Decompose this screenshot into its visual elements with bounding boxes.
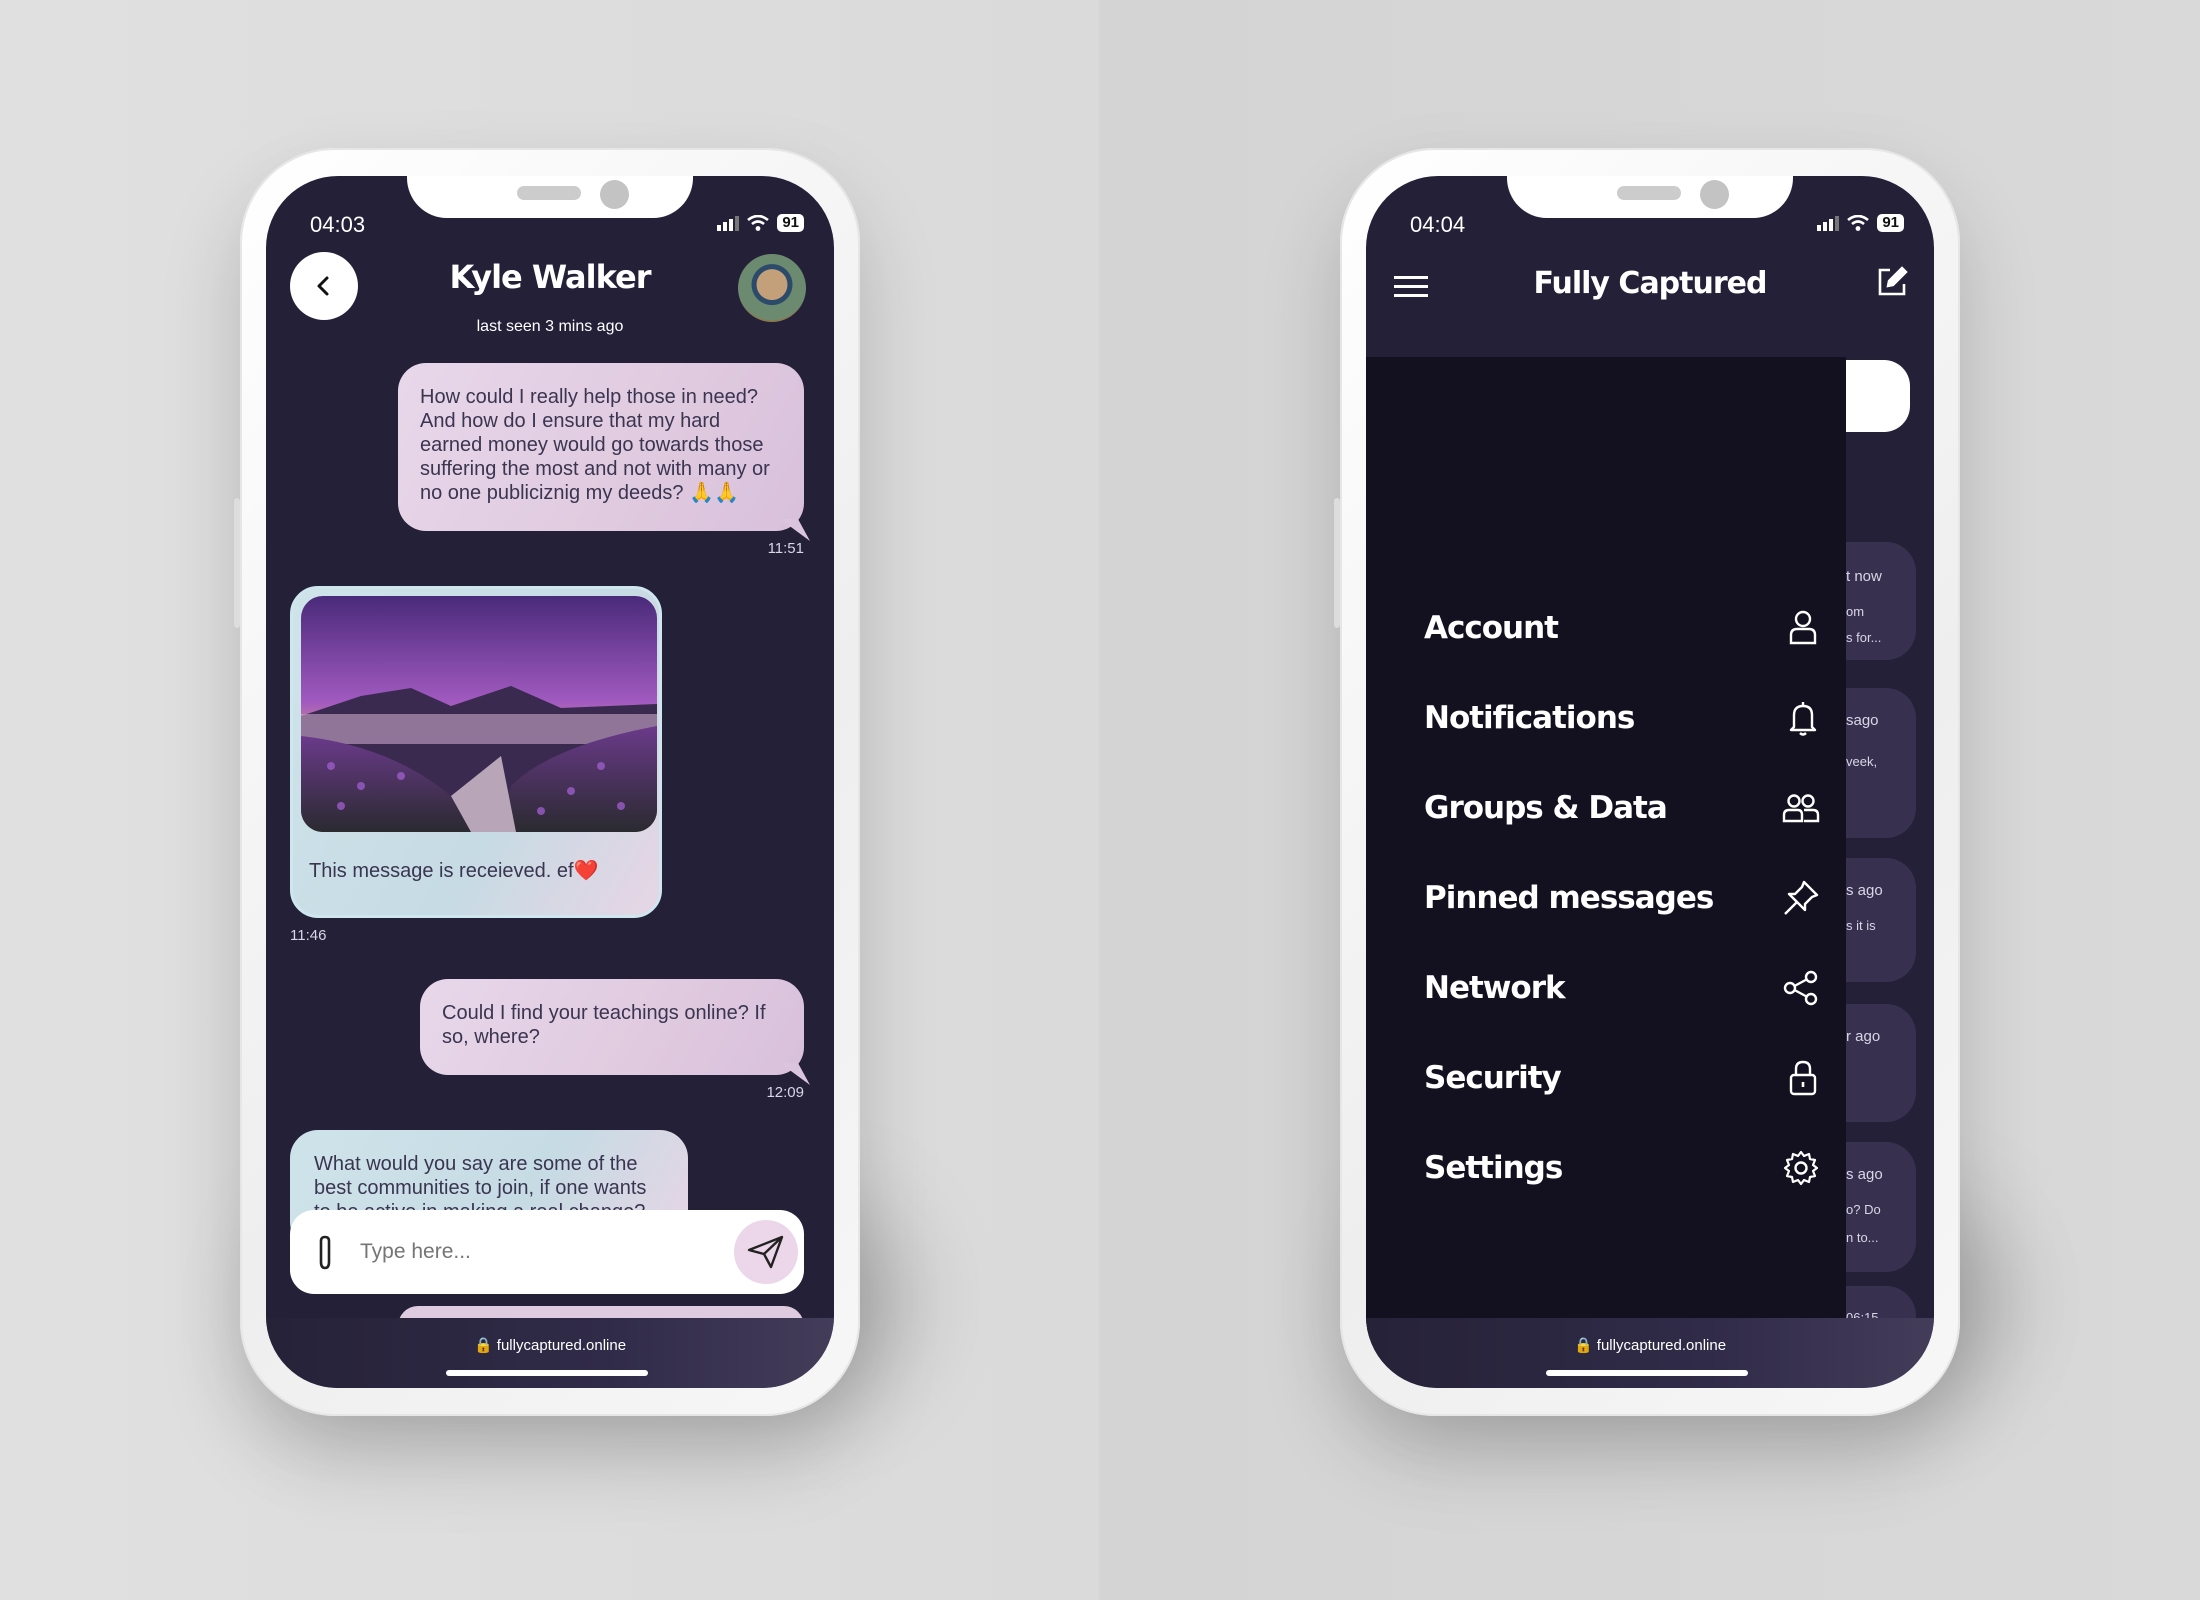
- status-time: 04:04: [1410, 212, 1466, 237]
- url-text: fullycaptured.online: [1596, 1337, 1727, 1354]
- pin-icon: [1784, 880, 1819, 915]
- message-time: 12:09: [766, 1084, 804, 1101]
- chat-snippet: om: [1846, 604, 1865, 619]
- browser-bar: 🔒 fullycaptured.online: [266, 1318, 834, 1388]
- wifi-icon: [1847, 215, 1870, 231]
- menu-item-label: Pinned messages: [1424, 880, 1714, 916]
- url-bar[interactable]: 🔒 fullycaptured.online: [1366, 1336, 1934, 1354]
- bell-icon: [1789, 702, 1817, 736]
- chat-snippet: s it is: [1846, 918, 1876, 933]
- side-button: [234, 498, 240, 628]
- menu-item-label: Settings: [1424, 1150, 1563, 1186]
- menu-screen: 04:04 91 Fully Captured t now om s for..…: [1366, 176, 1934, 1388]
- phone-chat: 04:03 91 Kyle Walker last seen 3 mins ag…: [234, 148, 860, 1416]
- signal-icon: [1817, 216, 1840, 231]
- message-text: This message is receieved. ef❤️: [309, 860, 599, 882]
- camera: [600, 180, 629, 209]
- message-time: 11:46: [290, 927, 327, 944]
- lock-icon: 🔒: [1573, 1337, 1593, 1354]
- status-icons: 91: [1817, 214, 1904, 232]
- home-indicator[interactable]: [1546, 1370, 1748, 1376]
- signal-icon: [717, 216, 740, 231]
- camera: [1700, 180, 1729, 209]
- lock-icon: 🔒: [473, 1337, 493, 1354]
- message-composer: [290, 1210, 804, 1294]
- chat-snippet: t now: [1846, 568, 1882, 585]
- notch: [407, 176, 693, 218]
- lock-icon: [1789, 1060, 1817, 1096]
- message-bubble-outgoing[interactable]: Could I find your teachings online? If s…: [420, 979, 804, 1075]
- group-icon: [1782, 794, 1820, 823]
- status-icons: 91: [717, 214, 804, 232]
- send-button[interactable]: [734, 1220, 798, 1284]
- chat-snippet: r ago: [1846, 1028, 1881, 1045]
- message-image[interactable]: [301, 596, 657, 832]
- battery-indicator: 91: [777, 214, 804, 232]
- chat-screen: 04:03 91 Kyle Walker last seen 3 mins ag…: [266, 176, 834, 1388]
- share-icon: [1783, 970, 1818, 1006]
- chat-snippet: o? Do: [1846, 1202, 1881, 1217]
- chat-snippet: n to...: [1846, 1230, 1879, 1245]
- contact-avatar[interactable]: [738, 254, 806, 322]
- compose-icon[interactable]: [1876, 266, 1908, 298]
- home-indicator[interactable]: [446, 1370, 648, 1376]
- speaker: [517, 186, 581, 200]
- status-time: 04:03: [310, 212, 366, 237]
- message-text: How could I really help those in need? A…: [420, 386, 770, 504]
- phone-menu: 04:04 91 Fully Captured t now om s for..…: [1334, 148, 1960, 1416]
- url-bar[interactable]: 🔒 fullycaptured.online: [266, 1336, 834, 1354]
- user-icon: [1789, 610, 1817, 645]
- battery-indicator: 91: [1877, 214, 1904, 232]
- last-seen-status: last seen 3 mins ago: [476, 318, 624, 335]
- chat-snippet: s for...: [1846, 630, 1882, 645]
- message-time: 11:51: [767, 540, 804, 557]
- menu-item-security[interactable]: Security: [1424, 1048, 1820, 1108]
- menu-item-settings[interactable]: Settings: [1424, 1138, 1820, 1198]
- menu-item-account[interactable]: Account: [1424, 598, 1820, 658]
- menu-item-notifications[interactable]: Notifications: [1424, 688, 1820, 748]
- browser-bar: 🔒 fullycaptured.online: [1366, 1318, 1934, 1388]
- chat-snippet: sago: [1846, 712, 1879, 729]
- menu-item-label: Notifications: [1424, 700, 1635, 736]
- app-title: Fully Captured: [1533, 266, 1768, 301]
- notch: [1507, 176, 1793, 218]
- side-button: [1334, 498, 1340, 628]
- menu-item-label: Network: [1424, 970, 1566, 1006]
- menu-item-network[interactable]: Network: [1424, 958, 1820, 1018]
- gear-icon: [1783, 1150, 1819, 1186]
- message-bubble-outgoing[interactable]: How could I really help those in need? A…: [398, 363, 804, 531]
- message-bubble-image[interactable]: This message is receieved. ef❤️: [290, 586, 662, 918]
- url-text: fullycaptured.online: [496, 1337, 627, 1354]
- send-icon: [747, 1235, 784, 1269]
- side-drawer: Account Notifications Groups & Data Pinn…: [1366, 357, 1846, 1337]
- message-text: Could I find your teachings online? If s…: [442, 1002, 766, 1048]
- message-input[interactable]: [360, 1228, 720, 1276]
- attachment-icon[interactable]: [314, 1234, 336, 1272]
- chat-snippet: s ago: [1846, 1166, 1883, 1183]
- menu-item-label: Security: [1424, 1060, 1562, 1096]
- menu-item-label: Account: [1424, 610, 1559, 646]
- chat-snippet: veek,: [1846, 754, 1878, 769]
- chat-snippet: s ago: [1846, 882, 1883, 899]
- wifi-icon: [747, 215, 770, 231]
- menu-item-pinned-messages[interactable]: Pinned messages: [1424, 868, 1820, 928]
- menu-item-label: Groups & Data: [1424, 790, 1668, 826]
- speaker: [1617, 186, 1681, 200]
- menu-item-groups-data[interactable]: Groups & Data: [1424, 778, 1820, 838]
